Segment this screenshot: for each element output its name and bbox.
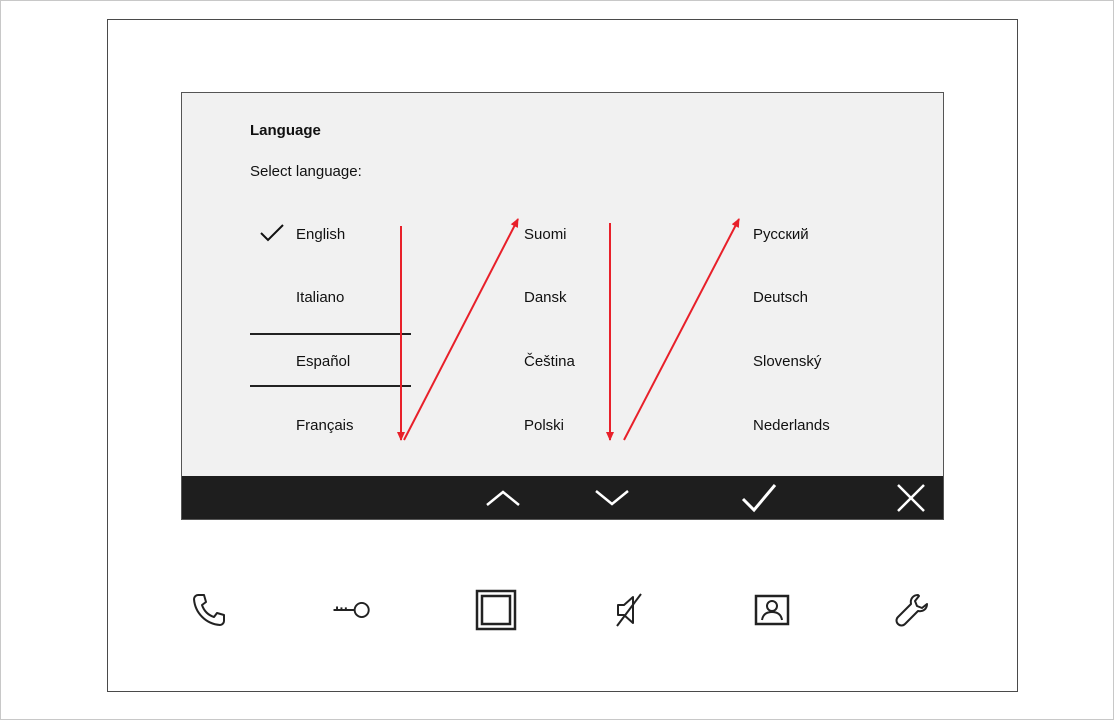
wrench-icon <box>895 594 928 627</box>
scroll-up-button[interactable] <box>478 476 528 519</box>
arrow-up-to-column-3 <box>623 218 740 441</box>
chevron-up-icon <box>486 489 520 506</box>
confirm-button[interactable] <box>734 476 784 519</box>
square-icon <box>475 589 517 631</box>
close-icon <box>897 483 925 512</box>
unlock-button[interactable] <box>330 588 374 632</box>
chevron-down-icon <box>595 489 629 506</box>
call-button[interactable] <box>187 588 231 632</box>
intercom-button[interactable] <box>750 588 794 632</box>
intercom-icon <box>754 594 790 626</box>
mute-button[interactable] <box>607 588 651 632</box>
phone-icon <box>193 594 225 626</box>
navigation-order-arrows <box>397 218 740 441</box>
display-screen: Language Select language: English Italia… <box>181 92 944 520</box>
arrow-up-to-column-2 <box>403 218 519 441</box>
scroll-down-button[interactable] <box>587 476 637 519</box>
menu-button[interactable] <box>474 588 518 632</box>
softkey-bar <box>182 476 943 519</box>
cancel-button[interactable] <box>886 476 936 519</box>
settings-button[interactable] <box>890 588 934 632</box>
key-icon <box>333 601 370 619</box>
mute-icon <box>616 593 642 627</box>
checkmark-icon <box>741 483 777 512</box>
